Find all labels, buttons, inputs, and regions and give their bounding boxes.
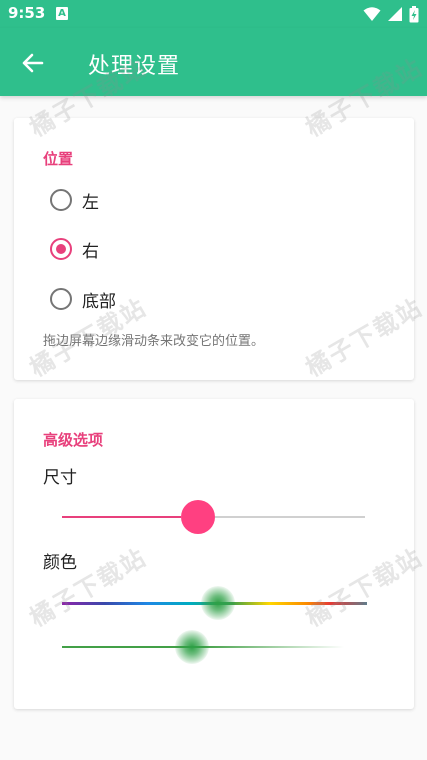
battery-icon [409, 5, 419, 22]
hue-slider-thumb[interactable] [200, 586, 235, 620]
status-bar: 9:53 A [0, 0, 427, 28]
position-section-title: 位置 [43, 150, 74, 168]
screen: 9:53 A 处理设置 位置 左 右 底部 拖边屏幕边缘滑动条来改变它的位置。 … [0, 0, 427, 760]
status-icons [363, 5, 419, 23]
hue-slider[interactable] [62, 585, 367, 621]
radio-left-button[interactable] [50, 189, 72, 211]
alpha-slider[interactable] [62, 629, 344, 665]
position-description: 拖边屏幕边缘滑动条来改变它的位置。 [43, 334, 265, 349]
notification-a-icon: A [56, 7, 68, 20]
position-card: 位置 左 右 底部 拖边屏幕边缘滑动条来改变它的位置。 [14, 118, 414, 380]
arrow-left-icon [22, 53, 44, 73]
status-time: 9:53 [8, 4, 46, 22]
radio-right[interactable]: 右 [50, 234, 99, 264]
advanced-section-title: 高级选项 [43, 431, 104, 449]
radio-left-label: 左 [82, 192, 99, 213]
radio-bottom[interactable]: 底部 [50, 284, 116, 314]
size-slider-thumb[interactable] [181, 500, 216, 534]
signal-icon [388, 7, 402, 21]
size-slider-active-track [62, 516, 182, 518]
radio-left[interactable]: 左 [50, 185, 99, 215]
size-slider-inactive-track [215, 516, 365, 518]
radio-right-button[interactable] [50, 238, 72, 260]
size-label: 尺寸 [43, 468, 77, 488]
radio-bottom-button[interactable] [50, 288, 72, 310]
size-slider[interactable] [62, 499, 365, 535]
wifi-icon [363, 7, 381, 21]
radio-bottom-label: 底部 [82, 291, 116, 312]
alpha-slider-thumb[interactable] [174, 630, 209, 664]
advanced-card: 高级选项 尺寸 颜色 [14, 399, 414, 709]
radio-right-label: 右 [82, 241, 99, 262]
page-title: 处理设置 [88, 54, 181, 79]
color-label: 颜色 [43, 553, 77, 573]
app-bar: 处理设置 [0, 28, 427, 96]
back-button[interactable] [18, 48, 48, 78]
